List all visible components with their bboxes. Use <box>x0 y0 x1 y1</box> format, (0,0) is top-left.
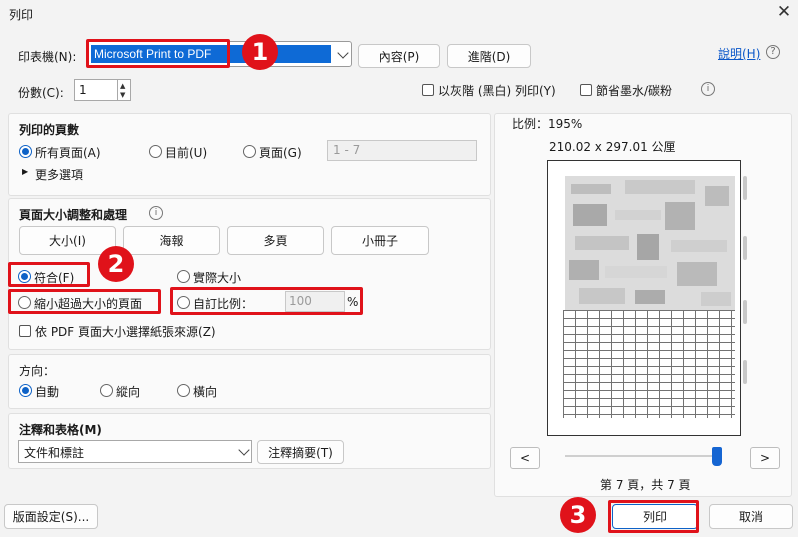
prev-page-button[interactable]: < <box>510 447 540 469</box>
help-icon[interactable]: ? <box>766 45 780 59</box>
sizing-info-icon[interactable]: i <box>149 206 163 220</box>
page-slider-thumb[interactable] <box>712 447 722 466</box>
save-ink-checkbox[interactable] <box>580 84 592 96</box>
orientation-auto-label: 自動 <box>35 385 60 399</box>
preview-scroll-marker <box>743 300 747 324</box>
paper-source-label: 依 PDF 頁面大小選擇紙張來源(Z) <box>35 325 216 339</box>
spinner-down-icon[interactable]: ▼ <box>120 91 125 99</box>
grayscale-checkbox[interactable] <box>422 84 434 96</box>
orientation-landscape-label: 橫向 <box>193 385 218 399</box>
actual-size-label: 實際大小 <box>193 271 242 285</box>
orientation-portrait-label: 縱向 <box>116 385 141 399</box>
pages-section-title: 列印的頁數 <box>19 123 80 137</box>
save-ink-label: 節省墨水/碳粉 <box>596 84 673 98</box>
copies-input[interactable]: 1 <box>74 79 118 101</box>
step-badge-1: 1 <box>242 34 278 70</box>
preview-blurred-content <box>565 176 735 310</box>
page-slider-track[interactable] <box>565 455 721 457</box>
copies-label: 份數(C): <box>18 86 64 100</box>
grayscale-label: 以灰階 (黑白) 列印(Y) <box>438 84 556 98</box>
orientation-title: 方向： <box>19 364 56 378</box>
copies-spinner[interactable]: ▲ ▼ <box>118 79 131 101</box>
step-badge-3: 3 <box>560 497 596 533</box>
step-badge-2: 2 <box>98 246 134 282</box>
comments-select[interactable]: 文件和標註 <box>18 440 252 463</box>
highlight-box-custom-scale <box>170 287 363 315</box>
highlight-box-fit <box>8 262 90 287</box>
chevron-down-icon <box>238 444 250 456</box>
page-indicator: 第 7 頁，共 7 頁 <box>600 478 691 492</box>
radio-current-page[interactable] <box>149 145 162 158</box>
radio-orientation-portrait[interactable] <box>100 384 113 397</box>
radio-orientation-auto[interactable] <box>19 384 32 397</box>
title-bar <box>0 0 798 26</box>
info-icon[interactable]: i <box>701 82 715 96</box>
preview-scale: 比例：195% <box>512 117 583 131</box>
chevron-down-icon <box>337 47 349 59</box>
preview-scroll-marker <box>743 236 747 260</box>
highlight-box-printer <box>86 39 230 68</box>
preview-scroll-marker <box>743 176 747 200</box>
spinner-up-icon[interactable]: ▲ <box>120 82 125 90</box>
radio-actual-size[interactable] <box>177 270 190 283</box>
all-pages-label: 所有頁面(A) <box>35 146 101 160</box>
next-page-button[interactable]: > <box>750 447 780 469</box>
preview-grid-content <box>563 310 735 418</box>
page-range-label: 頁面(G) <box>259 146 302 160</box>
highlight-box-shrink <box>8 289 161 314</box>
properties-button[interactable]: 內容(P) <box>358 44 440 68</box>
page-setup-button[interactable]: 版面設定(S)... <box>4 504 98 529</box>
preview-scroll-marker <box>743 360 747 384</box>
expand-triangle-icon[interactable]: ▶ <box>22 167 28 176</box>
radio-all-pages[interactable] <box>19 145 32 158</box>
radio-orientation-landscape[interactable] <box>177 384 190 397</box>
current-page-label: 目前(U) <box>165 146 208 160</box>
tab-size[interactable]: 大小(I) <box>19 226 116 255</box>
advanced-button[interactable]: 進階(D) <box>447 44 531 68</box>
help-link[interactable]: 說明(H) <box>718 45 760 62</box>
preview-dimensions: 210.02 x 297.01 公厘 <box>549 140 676 154</box>
paper-source-checkbox[interactable] <box>19 325 31 337</box>
radio-page-range[interactable] <box>243 145 256 158</box>
page-range-input[interactable]: 1 - 7 <box>327 140 477 161</box>
orientation-panel <box>8 354 491 409</box>
more-options-link[interactable]: 更多選項 <box>35 166 83 183</box>
comments-section-title: 注釋和表格(M) <box>19 423 102 437</box>
tab-booklet[interactable]: 小冊子 <box>331 226 429 255</box>
cancel-button[interactable]: 取消 <box>709 504 793 529</box>
highlight-box-print <box>608 500 699 533</box>
sizing-section-title: 頁面大小調整和處理 <box>19 208 128 222</box>
window-title: 列印 <box>9 8 34 22</box>
tab-poster[interactable]: 海報 <box>123 226 220 255</box>
summarize-comments-button[interactable]: 注釋摘要(T) <box>257 440 344 464</box>
close-icon[interactable]: ✕ <box>774 2 794 22</box>
comments-selected-value: 文件和標註 <box>24 446 85 460</box>
tab-multiple[interactable]: 多頁 <box>227 226 324 255</box>
printer-label: 印表機(N): <box>18 50 77 64</box>
